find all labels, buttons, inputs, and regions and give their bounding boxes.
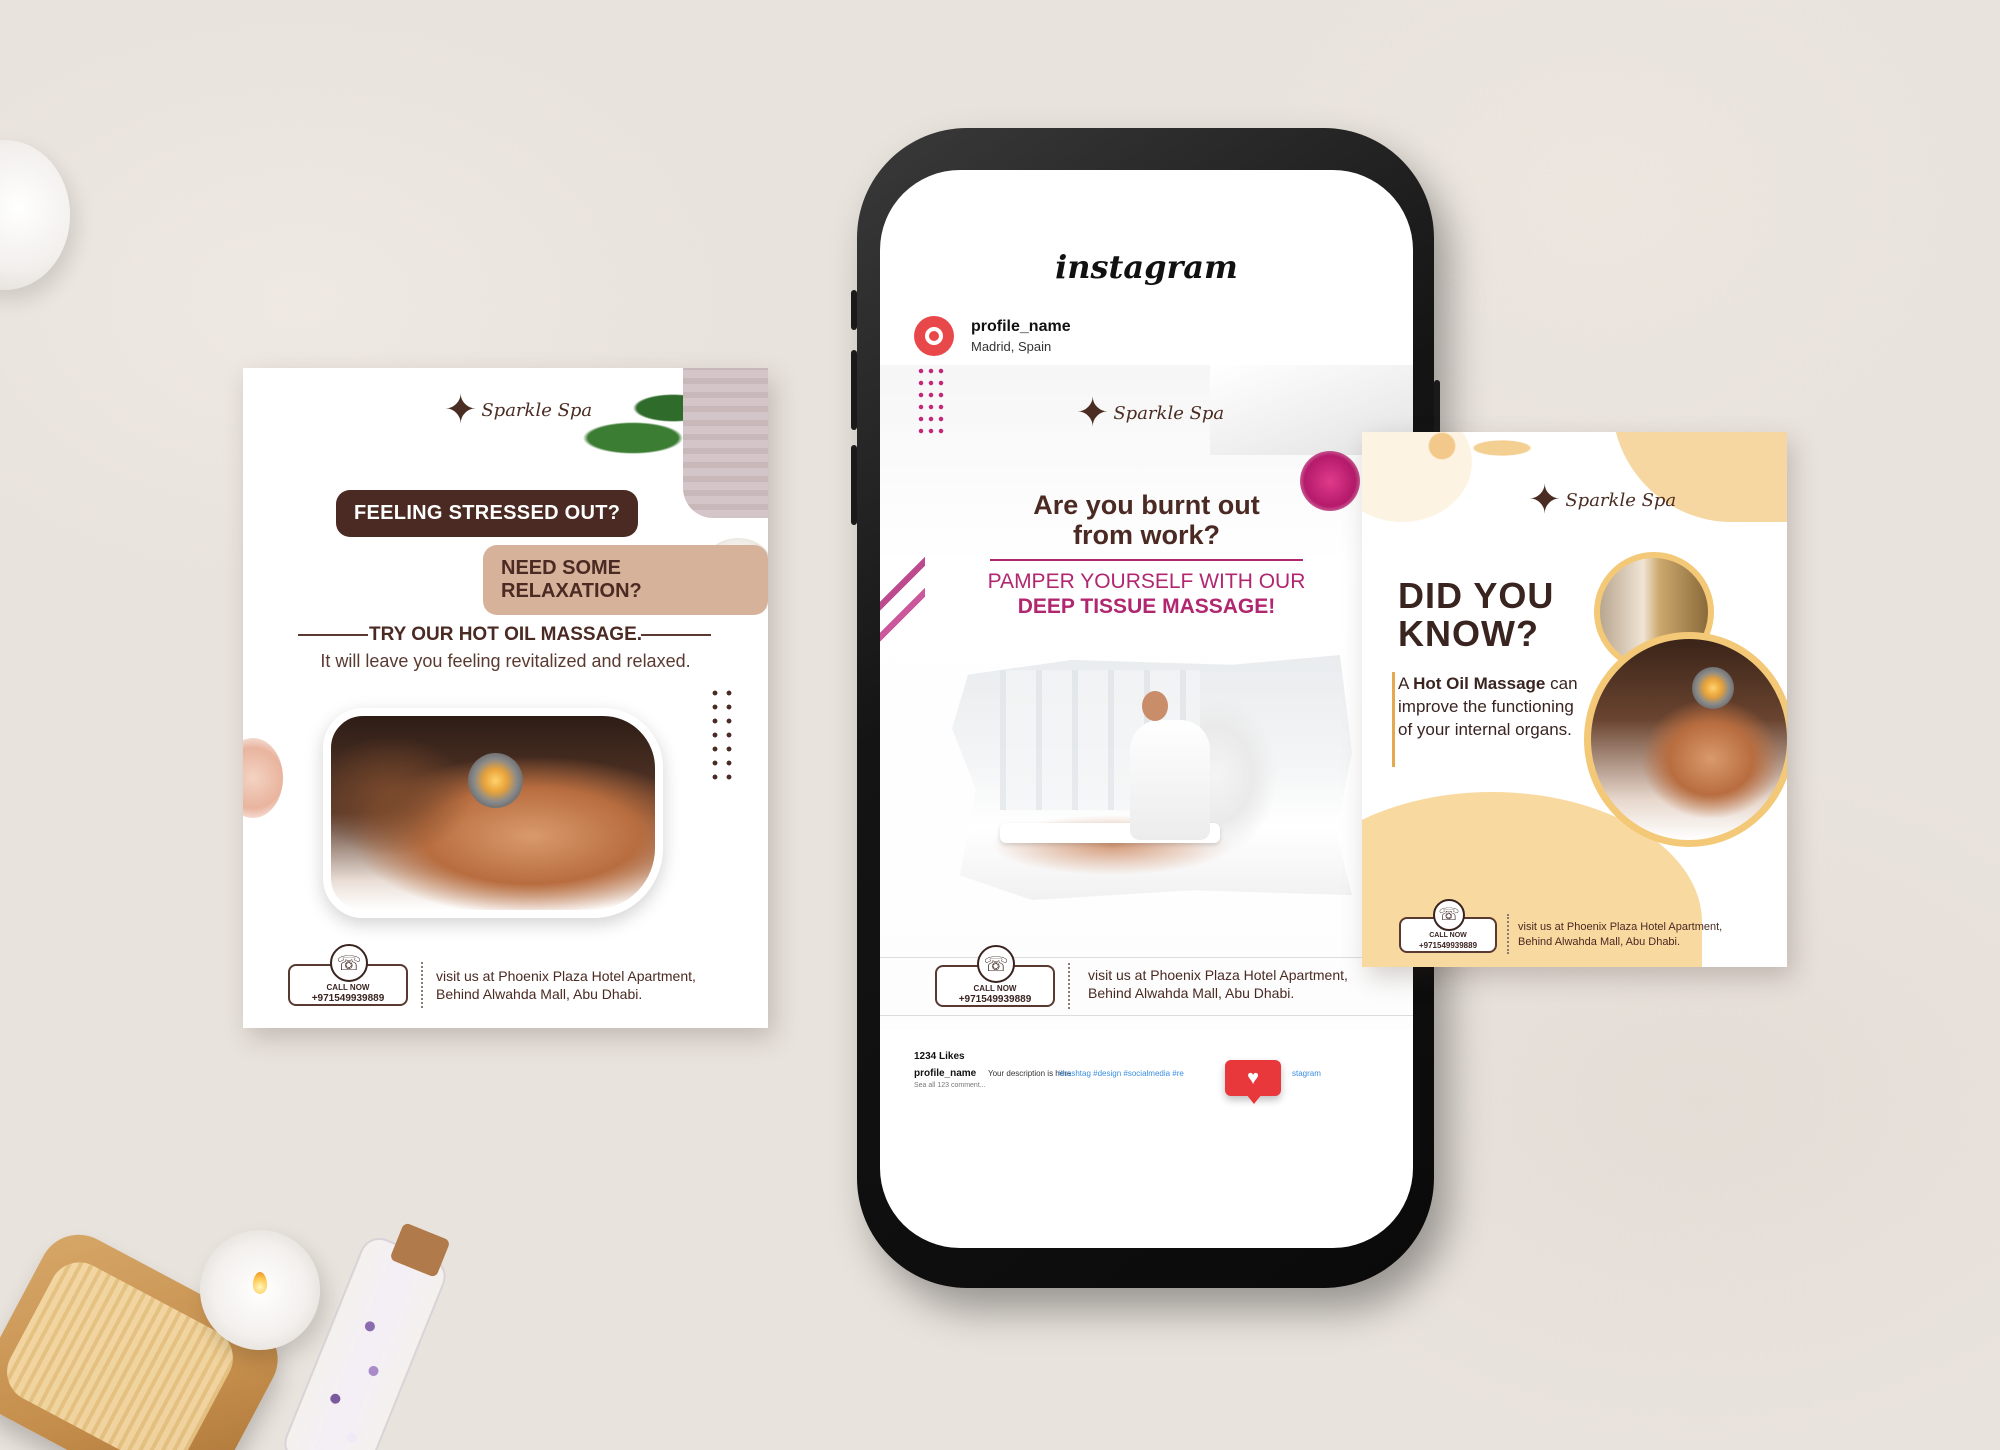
footer-divider — [421, 962, 423, 1008]
caption-hashtags-tail[interactable]: stagram — [1292, 1069, 1321, 1078]
spa-logo: ✦ Sparkle Spa — [433, 390, 603, 430]
massage-circle-photo — [1584, 632, 1787, 847]
avatar-icon — [925, 327, 943, 345]
address-line-2: Behind Alwahda Mall, Abu Dhabi. — [1518, 936, 1681, 948]
address: visit us at Phoenix Plaza Hotel Apartmen… — [1088, 966, 1348, 1002]
card-subline: It will leave you feeling revitalized an… — [320, 651, 691, 671]
towel-decoration — [683, 368, 768, 518]
did-you-know-body: A Hot Oil Massage can improve the functi… — [1398, 672, 1588, 741]
tealight-candle-bottom — [200, 1230, 320, 1350]
volume-up-button — [851, 350, 857, 430]
photo-therapist-head — [1142, 691, 1168, 721]
post-headline-line-2: from work? — [1072, 520, 1220, 550]
post-pamper-line: PAMPER YOURSELF WITH OUR — [987, 570, 1306, 593]
address: visit us at Phoenix Plaza Hotel Apartmen… — [436, 967, 696, 1003]
flower-decoration — [243, 738, 283, 818]
flower-outline-decoration — [1422, 432, 1542, 472]
likes-count[interactable]: 1234 Likes — [914, 1051, 965, 1062]
like-notification[interactable]: ♥ — [1225, 1060, 1281, 1096]
view-comments-link[interactable]: Sea all 123 comment... — [914, 1082, 986, 1089]
massage-photo — [323, 708, 663, 918]
logo-text: Sparkle Spa — [1565, 489, 1677, 511]
address-line-1: visit us at Phoenix Plaza Hotel Apartmen… — [1088, 967, 1348, 983]
photo-therapist — [1130, 720, 1210, 840]
salt-grain — [328, 1392, 342, 1406]
call-now-label: CALL NOW — [326, 983, 370, 992]
phone-screen: instagram profile_name Madrid, Spain ✦ S… — [880, 170, 1413, 1248]
caption-profile-name[interactable]: profile_name — [914, 1068, 976, 1079]
call-now-box[interactable]: ☏ CALL NOW +971549939889 — [1399, 899, 1497, 953]
instagram-post[interactable]: ✦ Sparkle Spa Are you burnt out from wor… — [880, 365, 1413, 1029]
call-now-box[interactable]: ☏ CALL NOW +971549939889 — [935, 945, 1055, 1007]
volume-down-button — [851, 445, 857, 525]
post-divider — [990, 559, 1303, 561]
profile-location[interactable]: Madrid, Spain — [971, 339, 1051, 354]
fern-decoration — [880, 555, 925, 665]
spa-logo: ✦ Sparkle Spa — [1517, 480, 1687, 520]
body-accent-bar — [1392, 672, 1395, 767]
phone-icon: ☏ — [1433, 899, 1465, 931]
body-prefix: A — [1398, 674, 1414, 693]
post-footer-top-line — [880, 957, 1413, 958]
call-now-box[interactable]: ☏ CALL NOW +971549939889 — [288, 944, 408, 1006]
logo-text: Sparkle Spa — [1113, 402, 1225, 424]
footer-divider — [1507, 914, 1509, 954]
call-number: +971549939889 — [958, 994, 1032, 1005]
like-notification-tail — [1246, 1094, 1262, 1104]
call-number: +971549939889 — [311, 993, 385, 1004]
sparkle-star-icon: ✦ — [1527, 478, 1562, 522]
profile-name[interactable]: profile_name — [971, 318, 1071, 336]
massage-candle — [1692, 667, 1734, 709]
sparkle-star-icon: ✦ — [443, 388, 478, 432]
address-line-1: visit us at Phoenix Plaza Hotel Apartmen… — [1518, 921, 1723, 933]
speech-bubble-relaxation: NEED SOME RELAXATION? — [483, 545, 768, 615]
tealight-candle-top-left — [0, 140, 70, 290]
card-headline: TRY OUR HOT OIL MASSAGE. — [368, 624, 643, 645]
massage-candle — [468, 753, 523, 808]
instagram-wordmark: instagram — [1055, 248, 1238, 286]
heading-line-2: KNOW? — [1398, 613, 1539, 654]
side-button — [851, 290, 857, 330]
post-service-line: DEEP TISSUE MASSAGE! — [1017, 595, 1276, 618]
phone-icon: ☏ — [330, 944, 368, 982]
salt-grain — [345, 1431, 359, 1445]
phone-icon: ☏ — [977, 945, 1015, 983]
profile-avatar[interactable] — [914, 316, 954, 356]
spa-logo: ✦ Sparkle Spa — [1065, 393, 1235, 433]
call-now-label: CALL NOW — [1429, 932, 1467, 939]
address-line-1: visit us at Phoenix Plaza Hotel Apartmen… — [436, 968, 696, 984]
dot-grid-decoration — [708, 686, 738, 786]
pink-dot-grid — [916, 365, 946, 440]
heading-line-1: DID YOU — [1398, 575, 1555, 616]
caption-hashtags[interactable]: #hashtag #design #socialmedia #re — [1058, 1069, 1184, 1078]
post-headline-line-1: Are you burnt out — [1033, 490, 1260, 520]
address-line-2: Behind Alwahda Mall, Abu Dhabi. — [436, 986, 643, 1002]
call-now-label: CALL NOW — [973, 984, 1017, 993]
call-number: +971549939889 — [1418, 941, 1478, 950]
did-you-know-heading: DID YOU KNOW? — [1398, 577, 1554, 653]
salt-grain — [366, 1364, 381, 1378]
right-promo-card: ✦ Sparkle Spa DID YOU KNOW? A Hot Oil Ma… — [1362, 432, 1787, 967]
logo-text: Sparkle Spa — [481, 399, 593, 421]
left-promo-card: ✦ Sparkle Spa FEELING STRESSED OUT? NEED… — [243, 368, 768, 1028]
post-headline: Are you burnt out from work? — [940, 490, 1353, 550]
post-footer-bottom-line — [880, 1015, 1413, 1016]
salt-grain — [363, 1319, 377, 1333]
candle-flame — [253, 1272, 267, 1294]
address: visit us at Phoenix Plaza Hotel Apartmen… — [1518, 920, 1722, 950]
body-bold: Hot Oil Massage — [1413, 674, 1546, 693]
sparkle-star-icon: ✦ — [1075, 391, 1110, 435]
heart-icon: ♥ — [1247, 1066, 1259, 1089]
footer-divider — [1068, 963, 1070, 1009]
address-line-2: Behind Alwahda Mall, Abu Dhabi. — [1088, 985, 1295, 1001]
speech-bubble-stressed: FEELING STRESSED OUT? — [336, 490, 639, 537]
